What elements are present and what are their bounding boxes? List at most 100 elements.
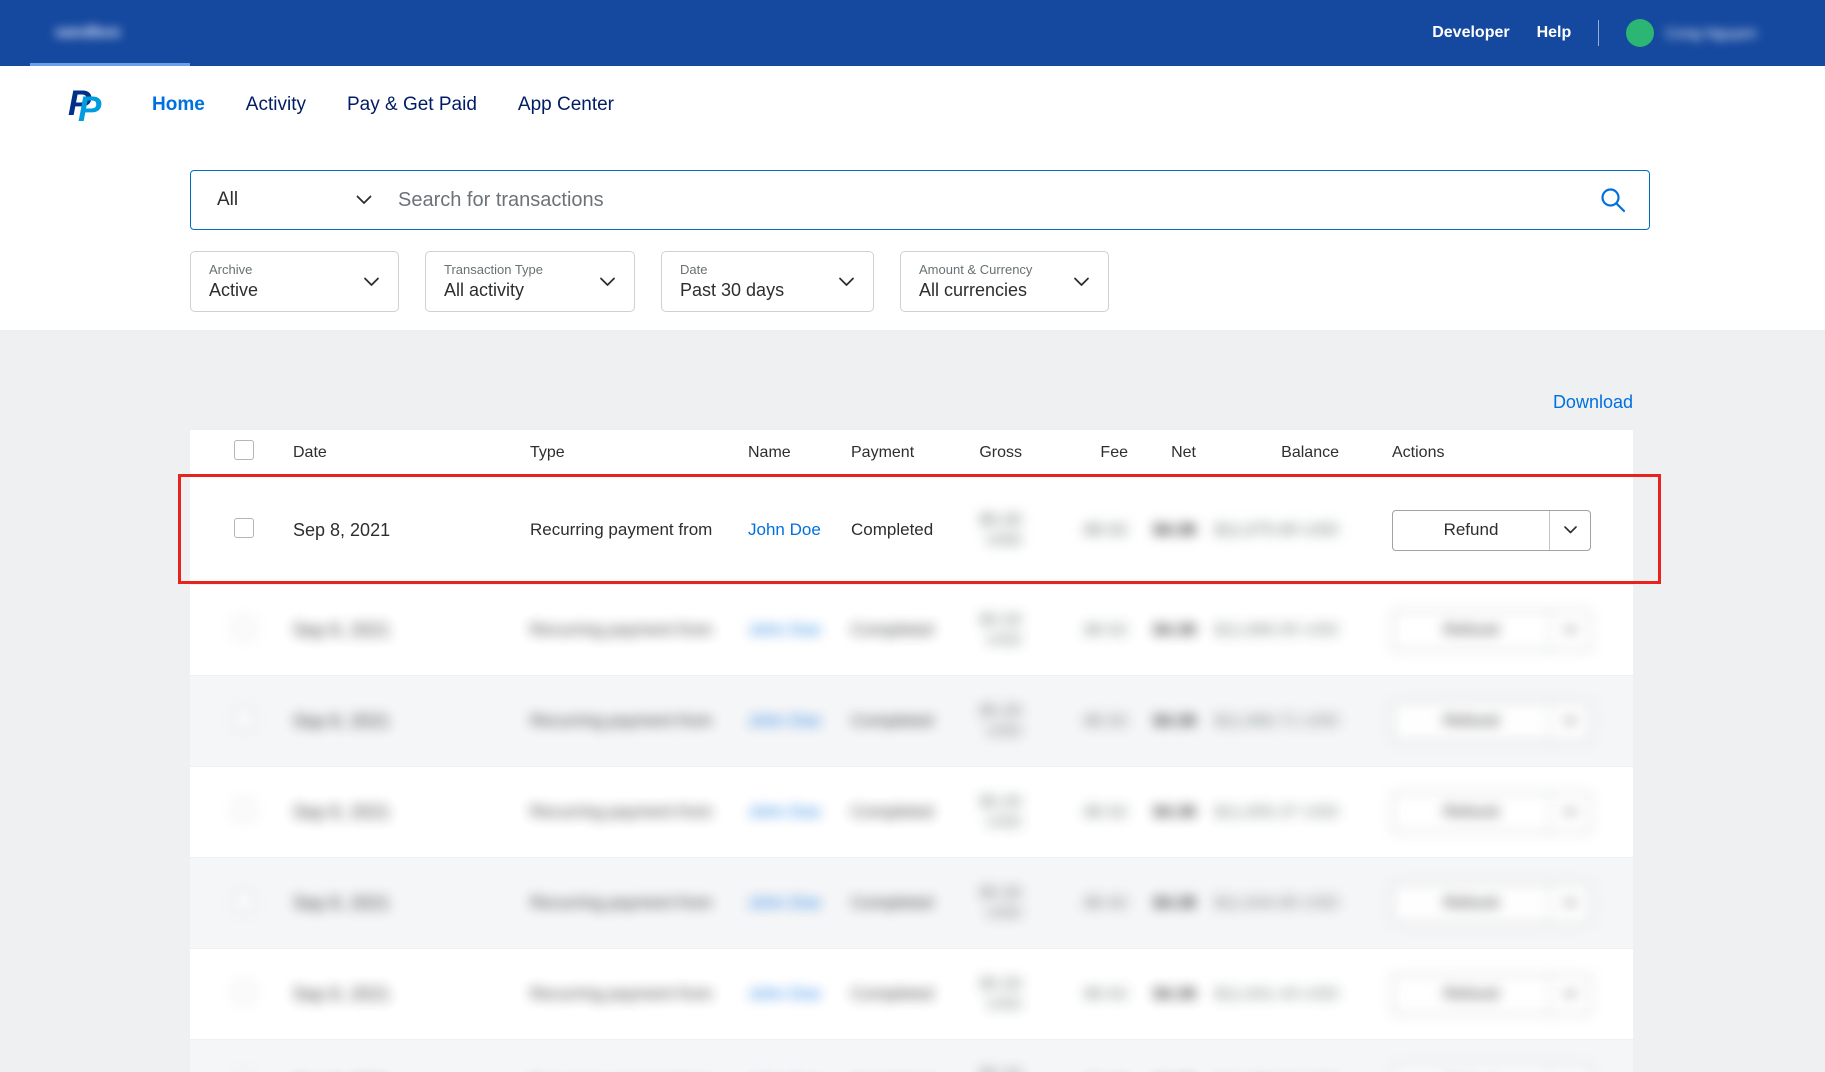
refund-dropdown-button[interactable] <box>1550 793 1590 832</box>
row-checkbox[interactable] <box>234 709 254 729</box>
cell-fee: -$0.62 <box>1022 984 1128 1004</box>
cell-date: Sep 8, 2021 <box>293 620 530 641</box>
refund-split-button: Refund <box>1392 883 1591 924</box>
table-row: Sep 8, 2021 Recurring payment from John … <box>190 858 1633 949</box>
search-section: All Archive Active Transaction Type <box>0 144 1825 330</box>
cell-fee: -$0.62 <box>1022 620 1128 640</box>
search-icon <box>1599 186 1627 214</box>
cell-net: $4.38 <box>1128 802 1196 822</box>
select-all-checkbox[interactable] <box>234 440 254 460</box>
table-row: Sep 8, 2021 Recurring payment from John … <box>190 949 1633 1040</box>
row-checkbox[interactable] <box>234 982 254 1002</box>
nav-activity[interactable]: Activity <box>246 94 306 116</box>
row-checkbox[interactable] <box>234 618 254 638</box>
cell-name-link[interactable]: John Doe <box>748 893 851 913</box>
refund-button[interactable]: Refund <box>1393 984 1549 1004</box>
chevron-down-icon <box>1564 899 1577 907</box>
search-scope-dropdown[interactable]: All <box>191 171 396 229</box>
refund-button[interactable]: Refund <box>1393 711 1549 731</box>
download-link[interactable]: Download <box>1553 392 1633 412</box>
table-body: Sep 8, 2021 Recurring payment from John … <box>190 476 1633 1072</box>
chevron-down-icon <box>1564 626 1577 634</box>
cell-gross: $5.00 USD <box>946 792 1022 832</box>
nav-home[interactable]: Home <box>152 94 205 116</box>
filter-transaction-type-value: All activity <box>444 280 543 301</box>
main-navbar: P P Home Activity Pay & Get Paid App Cen… <box>0 66 1825 144</box>
refund-dropdown-button[interactable] <box>1550 1066 1590 1072</box>
cell-gross: $5.00 USD <box>946 510 1022 550</box>
nav-pay-get-paid[interactable]: Pay & Get Paid <box>347 94 477 116</box>
refund-dropdown-button[interactable] <box>1550 702 1590 741</box>
user-menu[interactable]: Cong Nguyen <box>1626 19 1757 47</box>
row-checkbox[interactable] <box>234 800 254 820</box>
filter-row: Archive Active Transaction Type All acti… <box>190 251 1825 312</box>
chevron-down-icon <box>838 277 855 287</box>
paypal-logo[interactable]: P P <box>66 80 108 130</box>
cell-name-link[interactable]: John Doe <box>748 520 851 540</box>
cell-net: $4.38 <box>1128 711 1196 731</box>
filter-archive[interactable]: Archive Active <box>190 251 399 312</box>
refund-dropdown-button[interactable] <box>1550 884 1590 923</box>
refund-split-button: Refund <box>1392 974 1591 1015</box>
active-tab-indicator <box>30 63 190 66</box>
paypal-logo-icon: P P <box>66 80 108 130</box>
cell-payment-status: Completed <box>851 984 946 1004</box>
chevron-down-icon <box>1564 808 1577 816</box>
search-input[interactable] <box>396 188 1577 213</box>
cell-payment-status: Completed <box>851 711 946 731</box>
cell-name-link[interactable]: John Doe <box>748 802 851 822</box>
col-fee: Fee <box>1022 444 1128 462</box>
help-link[interactable]: Help <box>1537 24 1572 42</box>
table-row: Sep 8, 2021 Recurring payment from John … <box>190 476 1633 585</box>
cell-type: Recurring payment from <box>530 520 748 540</box>
table-header: Date Type Name Payment Gross Fee Net Bal… <box>190 430 1633 476</box>
table-row: Sep 8, 2021 Recurring payment from John … <box>190 676 1633 767</box>
refund-button[interactable]: Refund <box>1393 520 1549 540</box>
cell-name-link[interactable]: John Doe <box>748 620 851 640</box>
refund-dropdown-button[interactable] <box>1550 511 1590 550</box>
brand-tab[interactable]: sandbox <box>0 24 121 42</box>
cell-gross: $5.34 USD <box>946 1065 1022 1072</box>
user-name-blurred: Cong Nguyen <box>1665 25 1757 42</box>
svg-text:P: P <box>78 90 102 129</box>
refund-dropdown-button[interactable] <box>1550 611 1590 650</box>
brand-label-blurred[interactable]: sandbox <box>55 24 121 41</box>
cell-type: Recurring payment from <box>530 802 748 822</box>
cell-type: Recurring payment from <box>530 620 748 640</box>
refund-button[interactable]: Refund <box>1393 893 1549 913</box>
chevron-down-icon <box>1564 717 1577 725</box>
cell-balance: $11,644.65 USD <box>1196 893 1339 913</box>
user-avatar[interactable] <box>1626 19 1654 47</box>
nav-app-center[interactable]: App Center <box>518 94 614 116</box>
cell-date: Sep 8, 2021 <box>293 711 530 732</box>
cell-type: Recurring payment from <box>530 711 748 731</box>
cell-name-link[interactable]: John Doe <box>748 984 851 1004</box>
col-name: Name <box>748 444 851 462</box>
cell-net: $4.38 <box>1128 893 1196 913</box>
filter-archive-label: Archive <box>209 262 258 277</box>
cell-payment-status: Completed <box>851 802 946 822</box>
refund-split-button: Refund <box>1392 792 1591 833</box>
filter-transaction-type[interactable]: Transaction Type All activity <box>425 251 635 312</box>
cell-payment-status: Completed <box>851 520 946 540</box>
search-button[interactable] <box>1577 171 1649 229</box>
row-checkbox[interactable] <box>234 891 254 911</box>
cell-gross: $5.00 USD <box>946 883 1022 923</box>
filter-amount-currency[interactable]: Amount & Currency All currencies <box>900 251 1109 312</box>
filter-date[interactable]: Date Past 30 days <box>661 251 874 312</box>
chevron-down-icon <box>363 277 380 287</box>
refund-split-button: Refund <box>1392 701 1591 742</box>
cell-balance: $11,666.05 USD <box>1196 620 1339 640</box>
row-checkbox[interactable] <box>234 518 254 538</box>
refund-dropdown-button[interactable] <box>1550 975 1590 1014</box>
refund-button[interactable]: Refund <box>1393 802 1549 822</box>
cell-payment-status: Completed <box>851 620 946 640</box>
col-balance: Balance <box>1196 444 1339 462</box>
filter-transaction-type-label: Transaction Type <box>444 262 543 277</box>
filter-amount-currency-value: All currencies <box>919 280 1032 301</box>
refund-split-button: Refund <box>1392 1065 1591 1072</box>
cell-net: $4.38 <box>1128 984 1196 1004</box>
cell-name-link[interactable]: John Doe <box>748 711 851 731</box>
refund-button[interactable]: Refund <box>1393 620 1549 640</box>
developer-link[interactable]: Developer <box>1432 24 1509 42</box>
